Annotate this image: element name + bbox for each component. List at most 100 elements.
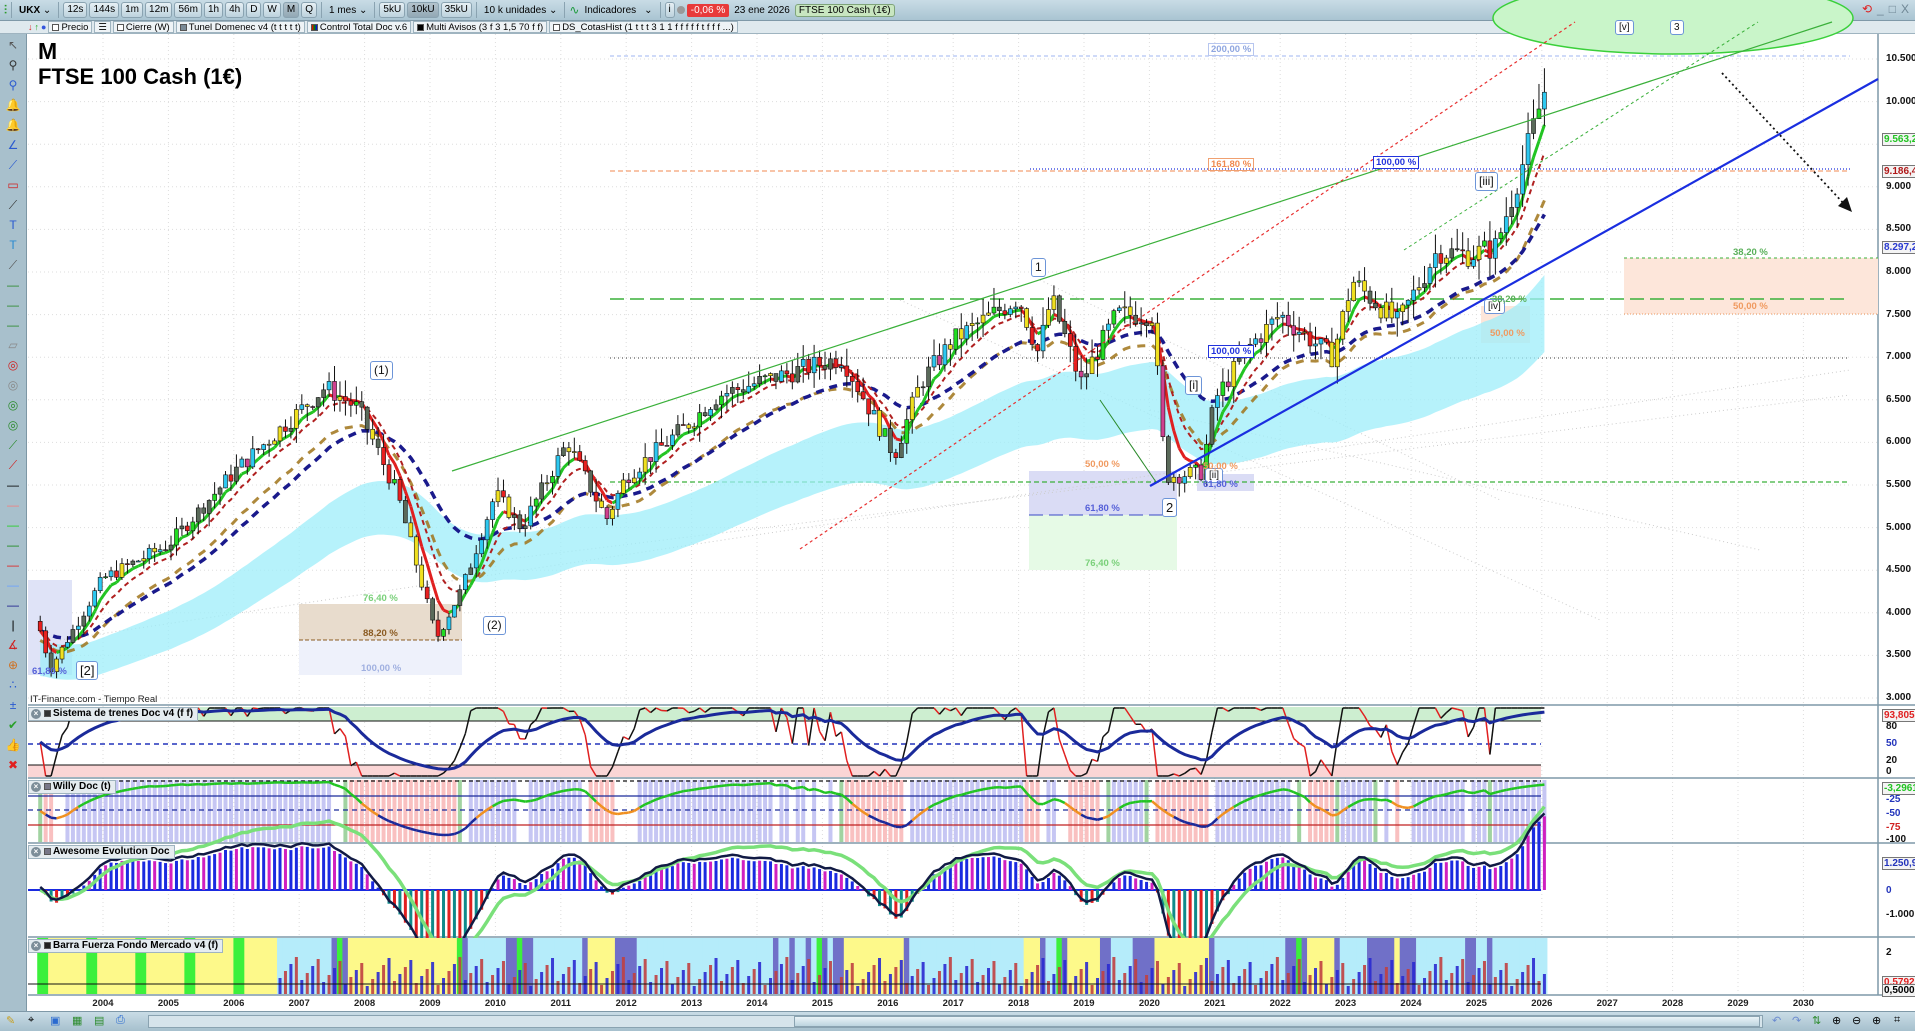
willy-line-segment <box>426 831 433 835</box>
willy-line-segment <box>824 790 831 795</box>
close-icon[interactable]: × <box>31 782 41 792</box>
fib-label: 161,80 % <box>1208 158 1255 171</box>
export-icon[interactable]: ⎙ <box>116 1014 125 1027</box>
willy-bar <box>1438 780 1443 842</box>
barra-histogram-bar <box>937 971 941 994</box>
fib-label: 76,40 % <box>363 593 398 604</box>
willy-tick: -25 <box>1886 794 1901 805</box>
awesome-bar <box>131 860 135 890</box>
chart-canvas[interactable] <box>0 0 1915 1031</box>
candle-body <box>593 491 599 502</box>
willy-bar <box>185 780 190 842</box>
undo-icon[interactable]: ↶ <box>1772 1014 1781 1027</box>
wave-label[interactable]: 2 <box>1162 498 1178 517</box>
panel-header-willy[interactable]: × Willy Doc (t) <box>28 780 116 794</box>
barra-histogram-bar <box>1030 972 1034 994</box>
barra-background-bar <box>233 938 240 994</box>
wave-label[interactable]: 3 <box>1670 20 1684 35</box>
wave-label[interactable]: [iii] <box>1475 172 1498 191</box>
year-label: 2007 <box>288 998 310 1009</box>
fib-label: 61,80 % <box>32 666 67 677</box>
wave-label[interactable]: [v] <box>1615 20 1634 35</box>
candle-body <box>1057 295 1062 322</box>
wave-label[interactable]: (1) <box>370 361 393 380</box>
wave-label[interactable]: [i] <box>1185 376 1203 395</box>
willy-bar <box>1362 780 1367 842</box>
candle-body <box>610 508 615 520</box>
barra-histogram-bar <box>1155 961 1159 994</box>
price-tick: 4.000 <box>1886 606 1912 618</box>
fib-label: 200,00 % <box>1208 43 1255 56</box>
stoch-fast-segment <box>840 731 848 761</box>
awesome-bar <box>1117 878 1121 890</box>
willy-bar <box>196 780 201 842</box>
awesome-bar <box>801 866 805 890</box>
willy-bar <box>474 780 479 842</box>
awesome-bar <box>1526 835 1530 890</box>
barra-histogram-bar <box>779 964 783 994</box>
willy-line-segment <box>1506 787 1512 792</box>
awesome-bar <box>142 861 146 890</box>
willy-bar <box>1460 780 1465 842</box>
horizontal-scrollbar[interactable] <box>148 1015 1763 1028</box>
scrollbar-thumb[interactable] <box>794 1016 1760 1027</box>
willy-bar <box>752 780 757 842</box>
candle-body <box>332 381 337 401</box>
awesome-bar <box>218 852 222 890</box>
candle-body <box>1236 357 1242 362</box>
candle-body <box>1291 325 1297 335</box>
awesome-bar <box>158 861 162 890</box>
crosshair-icon[interactable]: ⌗ <box>1894 1014 1900 1027</box>
cursor-icon[interactable]: ⌖ <box>28 1014 34 1027</box>
redo-icon[interactable]: ↷ <box>1792 1014 1801 1027</box>
willy-bar <box>915 780 920 842</box>
awesome-bar <box>1014 862 1018 890</box>
zoom-out-icon[interactable]: ⊖ <box>1852 1014 1861 1027</box>
wave-label[interactable]: [2] <box>76 661 99 680</box>
calc-icon[interactable]: ▦ <box>72 1014 82 1027</box>
barra-background-bar <box>271 938 278 994</box>
wave-label[interactable]: (2) <box>483 616 506 635</box>
willy-bar <box>1024 780 1029 842</box>
panel-header-awesome[interactable]: × Awesome Evolution Doc <box>28 845 175 859</box>
barra-histogram-bar <box>1019 986 1023 994</box>
panel-header-barra[interactable]: × Barra Fuerza Fondo Mercado v4 (f) <box>28 939 224 953</box>
barra-histogram-bar <box>1112 957 1116 994</box>
awesome-bar <box>1297 867 1301 890</box>
willy-line-segment <box>1097 816 1104 821</box>
candle-body <box>435 619 441 637</box>
save-icon[interactable]: ▣ <box>50 1014 60 1027</box>
candle-body <box>621 479 626 494</box>
willy-bar <box>207 780 212 842</box>
awesome-bar <box>1052 872 1056 890</box>
barra-histogram-bar <box>1194 972 1198 994</box>
close-icon[interactable]: × <box>31 709 41 719</box>
fib-label: 100,00 % <box>1373 156 1420 169</box>
awesome-bar <box>561 858 565 890</box>
close-icon[interactable]: × <box>31 941 41 951</box>
pencil-icon[interactable]: ✎ <box>6 1014 15 1027</box>
candle-body <box>359 401 365 408</box>
close-icon[interactable]: × <box>31 847 41 857</box>
candle-body <box>675 424 681 436</box>
zoom-fit-icon[interactable]: ⊕ <box>1832 1014 1841 1027</box>
willy-bar <box>926 780 931 842</box>
wave-label[interactable]: 1 <box>1031 258 1046 277</box>
willy-line-segment <box>432 832 439 836</box>
barra-histogram-bar <box>823 968 827 994</box>
willy-bar <box>561 780 566 842</box>
list-view-icon[interactable]: ▤ <box>94 1014 104 1027</box>
barra-histogram-bar <box>1025 979 1029 994</box>
fib-label: 38,20 % <box>1492 294 1527 305</box>
panel-header-sistema[interactable]: × Sistema de trenes Doc v4 (f f) <box>28 707 199 721</box>
autoscale-icon[interactable]: ⇅ <box>1812 1014 1821 1027</box>
awesome-bar <box>1499 866 1503 890</box>
candle-body <box>953 328 959 350</box>
willy-bar <box>757 780 762 842</box>
zoom-in-icon[interactable]: ⊕ <box>1872 1014 1881 1027</box>
willy-bar <box>1220 780 1225 842</box>
barra-histogram-bar <box>1205 958 1209 994</box>
candle-body <box>381 447 386 465</box>
barra-histogram-bar <box>616 964 620 994</box>
barra-histogram-bar <box>747 976 751 994</box>
